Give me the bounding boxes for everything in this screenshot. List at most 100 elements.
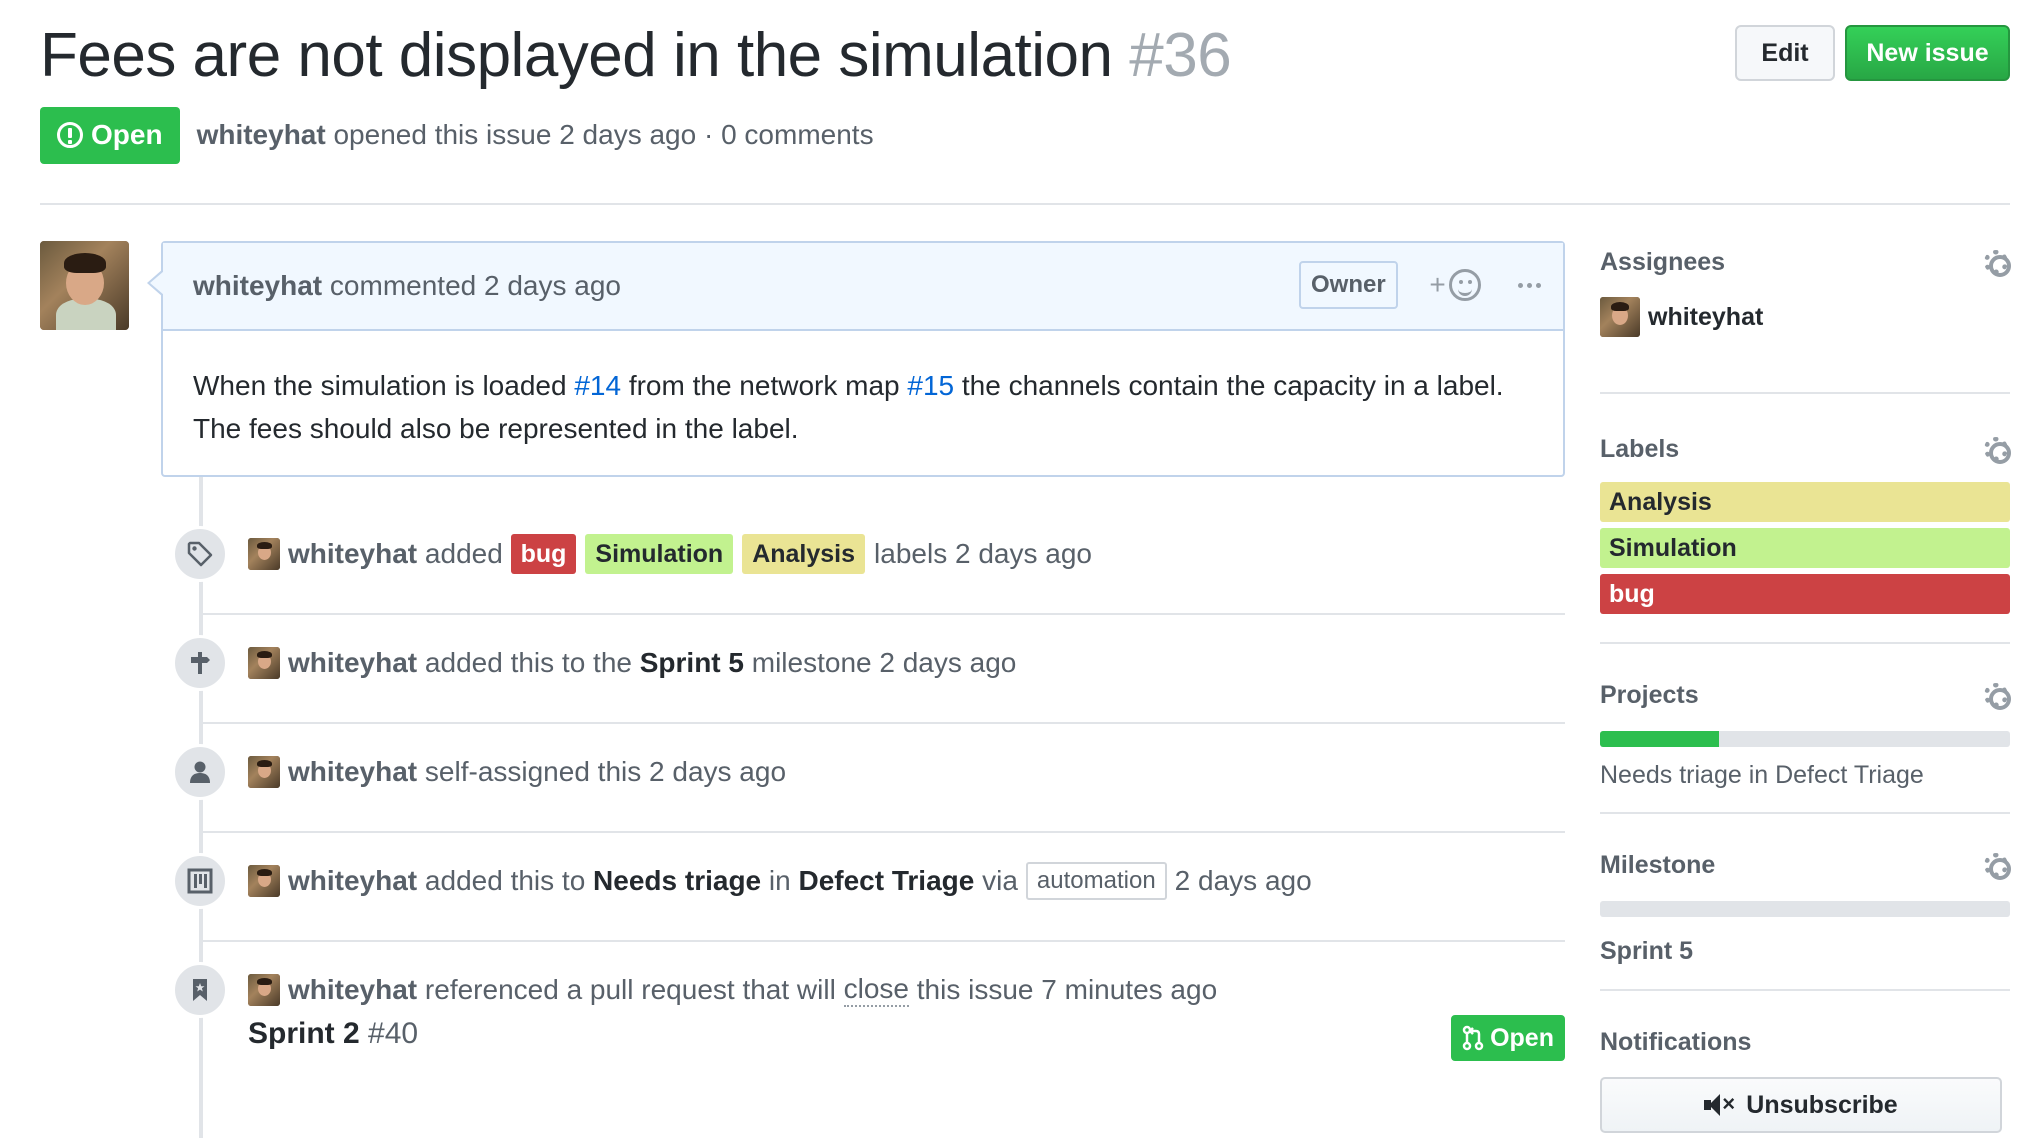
comment-text: When the simulation is loaded [193,370,575,401]
sidebar-milestone-header[interactable]: Milestone [1600,844,2011,886]
comment-header: whiteyhat commented 2 days ago Owner + [163,243,1563,331]
event-divider [203,831,1565,833]
event-verb: added this to the [424,647,632,678]
issue-state-badge: Open [40,106,180,164]
close-keyword[interactable]: close [843,973,909,1007]
event-text: whiteyhat added this to the Sprint 5 mil… [248,643,1016,683]
milestone-icon [172,635,228,691]
event-suffix: milestone 2 days ago [751,647,1017,678]
timeline-event-assign: whiteyhat self-assigned this 2 days ago [161,744,1565,860]
gear-icon[interactable] [1982,681,2011,710]
automation-tag: automation [1025,862,1167,900]
event-verb: added this to [424,865,586,896]
edit-button[interactable]: Edit [1735,25,1835,81]
milestone-link[interactable]: Sprint 5 [640,647,744,679]
sidebar-labels-header[interactable]: Labels [1600,428,2011,470]
event-text: whiteyhat self-assigned this 2 days ago [248,752,786,792]
event-divider [203,940,1565,942]
assignee-item[interactable]: whiteyhat [1600,297,2010,337]
sidebar-labels: Labels Analysis Simulation bug [1600,394,2011,644]
gear-icon[interactable] [1982,248,2011,277]
sidebar-heading: Notifications [1600,1027,1752,1056]
comment-time[interactable]: commented 2 days ago [330,270,621,301]
actor-link[interactable]: whiteyhat [288,756,417,788]
plus-icon: + [1429,269,1446,300]
issue-author-link[interactable]: whiteyhat [197,119,326,150]
kebab-dot-icon [1517,282,1523,288]
sidebar-heading: Labels [1600,434,1680,463]
event-suffix: self-assigned this 2 days ago [424,756,787,787]
author-avatar[interactable] [40,241,129,330]
project-status-link[interactable]: Needs triage in Defect Triage [1600,761,2010,790]
pull-request-icon [1462,1025,1484,1051]
issue-reference-link[interactable]: #15 [907,370,954,401]
sidebar-label-analysis[interactable]: Analysis [1600,482,2010,522]
pr-state-label: Open [1490,1023,1554,1052]
sidebar-milestone: Milestone Sprint 5 [1600,814,2011,991]
timeline-event-project: whiteyhat added this to Needs triage in … [161,853,1565,969]
actor-avatar[interactable] [248,756,280,788]
add-reaction-button[interactable]: + [1425,263,1485,307]
project-icon [172,853,228,909]
event-text: whiteyhat added bug Simulation Analysis … [248,534,1092,574]
actor-link[interactable]: whiteyhat [288,538,417,570]
event-verb: added [424,538,503,569]
milestone-link[interactable]: Sprint 5 [1600,937,2010,966]
sidebar-label-bug[interactable]: bug [1600,574,2010,614]
sidebar-assignees: Assignees whiteyhat [1600,241,2011,394]
label-analysis[interactable]: Analysis [742,534,866,574]
sidebar-notifications-header: Notifications [1600,1021,2010,1063]
owner-badge: Owner [1299,261,1398,309]
sidebar-heading: Projects [1600,680,1699,709]
gear-icon[interactable] [1982,851,2011,880]
unsubscribe-button[interactable]: × Unsubscribe [1600,1077,2002,1133]
comment-author-link[interactable]: whiteyhat [193,270,322,301]
smiley-icon [1448,269,1481,301]
label-simulation[interactable]: Simulation [585,534,734,574]
event-text-in: in [768,865,791,896]
event-divider [203,613,1565,615]
tag-icon [172,526,228,582]
comment-body: When the simulation is loaded #14 from t… [163,331,1563,450]
project-progress-bar [1600,731,2010,747]
sidebar-heading: Assignees [1600,247,1726,276]
pr-title-link[interactable]: Sprint 2 #40 [248,1017,418,1051]
issue-reference-link[interactable]: #14 [574,370,621,401]
bookmark-icon [172,962,228,1018]
actor-link[interactable]: whiteyhat [288,647,417,679]
sidebar-projects: Projects Needs triage in Defect Triage [1600,644,2011,814]
pr-state-badge: Open [1451,1015,1565,1061]
milestone-progress-bar [1600,901,2010,917]
comment-options-button[interactable] [1509,263,1549,307]
assignee-name: whiteyhat [1648,302,1764,331]
gear-icon[interactable] [1982,435,2011,464]
issue-meta: Open whiteyhat opened this issue 2 days … [40,106,874,164]
actor-avatar[interactable] [248,538,280,570]
issue-state-label: Open [91,119,163,150]
sidebar-assignees-header[interactable]: Assignees [1600,241,2011,283]
actor-link[interactable]: whiteyhat [288,974,417,1006]
project-link[interactable]: Defect Triage [798,865,974,897]
sidebar-heading: Milestone [1600,850,1716,879]
new-issue-button[interactable]: New issue [1845,25,2010,81]
project-column-link[interactable]: Needs triage [593,865,761,897]
sidebar-label-simulation[interactable]: Simulation [1600,528,2010,568]
label-bug[interactable]: bug [510,534,577,574]
event-text: whiteyhat added this to Needs triage in … [248,861,1312,901]
actor-avatar[interactable] [248,647,280,679]
pr-title-text: Sprint 2 [248,1017,360,1050]
actor-link[interactable]: whiteyhat [288,865,417,897]
actor-avatar[interactable] [248,974,280,1006]
sidebar-projects-header[interactable]: Projects [1600,674,2011,716]
issue-opened-icon [57,122,83,148]
project-progress-fill [1600,731,1719,747]
issue-number: #36 [1129,21,1232,90]
referenced-pull-request: Sprint 2 #40 Open [248,1015,1565,1063]
event-suffix: labels 2 days ago [874,538,1092,569]
timeline-event-milestone: whiteyhat added this to the Sprint 5 mil… [161,635,1565,751]
event-text-via: via [982,865,1018,896]
mute-icon: × [1704,1091,1736,1117]
actor-avatar[interactable] [248,865,280,897]
header-divider [40,203,2010,205]
pr-number: #40 [368,1017,419,1050]
